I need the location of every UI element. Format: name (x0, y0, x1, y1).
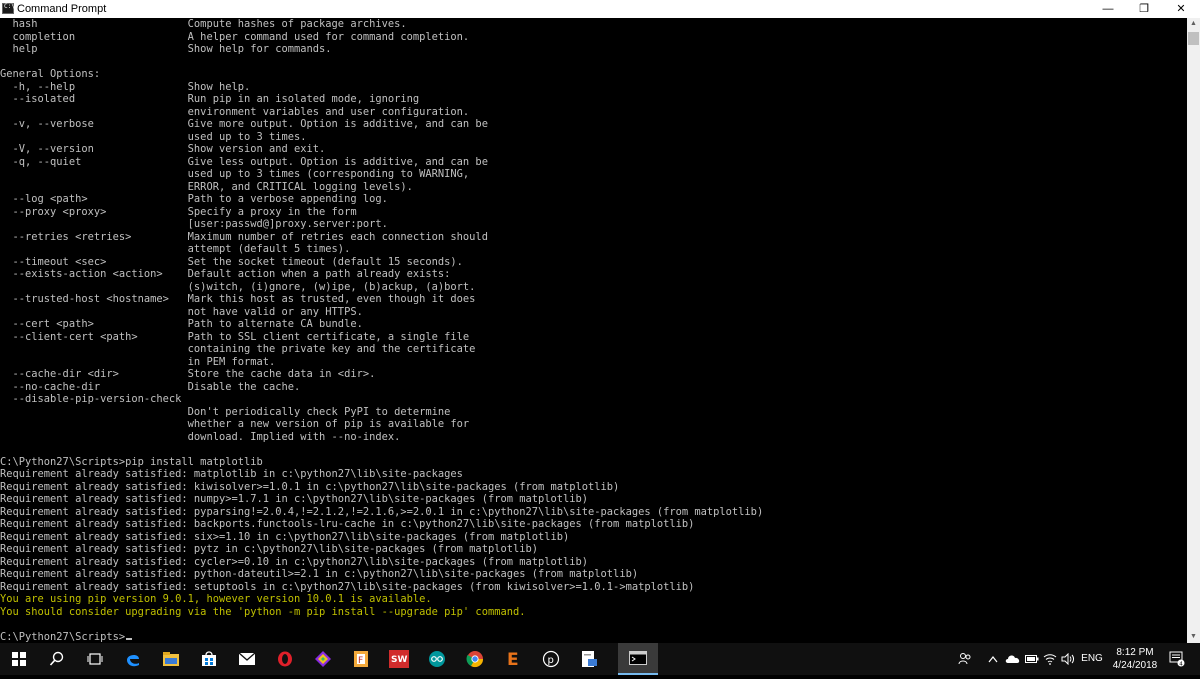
console-line: Requirement already satisfied: six>=1.10… (0, 530, 570, 543)
console-text: hash Compute hashes of package archives.… (0, 18, 1187, 643)
onedrive-icon[interactable] (1003, 643, 1023, 675)
console-line: -h, --help Show help. (0, 80, 251, 93)
edge-browser-icon[interactable] (114, 643, 152, 675)
console-line: --isolated Run pip in an isolated mode, … (0, 93, 420, 105)
console-line: Requirement already satisfied: pyparsing… (0, 505, 764, 518)
scrollbar-thumb[interactable] (1188, 32, 1199, 45)
console-line: -v, --verbose Give more output. Option i… (0, 118, 488, 130)
console-line: C:\Python27\Scripts>pip install matplotl… (0, 455, 263, 468)
close-button[interactable]: ✕ (1163, 0, 1199, 18)
svg-text:p: p (548, 655, 554, 666)
clock-time: 8:12 PM (1116, 647, 1154, 658)
console-line: --log <path> Path to a verbose appending… (0, 193, 388, 205)
text-cursor (126, 637, 133, 640)
taskbar: F SW E p ENG 8:12 PM 4/24/2018 4 (0, 643, 1200, 675)
console-line: Requirement already satisfied: pytz in c… (0, 543, 538, 555)
store-icon[interactable] (190, 643, 228, 675)
console-line: used up to 3 times. (0, 130, 307, 143)
command-prompt-icon[interactable] (2, 3, 15, 14)
console-line: --trusted-host <hostname> Mark this host… (0, 293, 476, 305)
file-explorer-icon[interactable] (152, 643, 190, 675)
task-view-icon[interactable] (76, 643, 114, 675)
console-line: whether a new version of pip is availabl… (0, 418, 470, 430)
chevron-up-icon[interactable] (985, 643, 1001, 675)
colorful-app-icon[interactable] (304, 643, 342, 675)
console-output[interactable]: hash Compute hashes of package archives.… (0, 18, 1187, 643)
notification-count: 4 (1179, 661, 1183, 667)
console-line: attempt (default 5 times). (0, 243, 351, 255)
chrome-icon[interactable] (456, 643, 494, 675)
console-line: help Show help for commands. (0, 43, 332, 55)
console-line: --cache-dir <dir> Store the cache data i… (0, 368, 376, 380)
command-prompt-window: Command Prompt — ❐ ✕ hash Compute hashes… (0, 0, 1200, 643)
console-line: [user:passwd@]proxy.server:port. (0, 218, 388, 230)
console-line: --client-cert <path> Path to SSL client … (0, 330, 470, 343)
clock[interactable]: 8:12 PM 4/24/2018 (1108, 646, 1162, 672)
console-line: --timeout <sec> Set the socket timeout (… (0, 255, 463, 268)
command-prompt-line: C:\Python27\Scripts> (0, 631, 1187, 644)
console-line: --disable-pip-version-check (0, 393, 182, 405)
clock-date: 4/24/2018 (1112, 660, 1158, 671)
console-line: --retries <retries> Maximum number of re… (0, 230, 488, 243)
command-prompt-taskbar-icon[interactable] (618, 643, 658, 675)
search-icon[interactable] (38, 643, 76, 675)
console-line: download. Implied with --no-index. (0, 430, 401, 443)
circle-p-app-icon[interactable]: p (532, 643, 570, 675)
console-line: Don't periodically check PyPI to determi… (0, 405, 451, 418)
console-line: --proxy <proxy> Specify a proxy in the f… (0, 205, 357, 218)
console-line: Requirement already satisfied: matplotli… (0, 468, 463, 480)
file-app-icon[interactable]: F (342, 643, 380, 675)
minimize-button[interactable]: — (1090, 0, 1126, 18)
svg-text:E: E (507, 650, 519, 668)
console-line: hash Compute hashes of package archives. (0, 18, 407, 30)
console-line: Requirement already satisfied: numpy>=1.… (0, 493, 589, 505)
people-icon[interactable] (955, 643, 975, 675)
console-line: containing the private key and the certi… (0, 343, 476, 355)
console-line: in PEM format. (0, 355, 276, 368)
console-line: environment variables and user configura… (0, 105, 470, 118)
title-bar[interactable]: Command Prompt — ❐ ✕ (0, 0, 1200, 18)
console-line: Requirement already satisfied: python-da… (0, 568, 639, 580)
opera-icon[interactable] (266, 643, 304, 675)
svg-text:SW: SW (391, 655, 407, 665)
svg-text:F: F (358, 656, 363, 666)
console-line: completion A helper command used for com… (0, 30, 470, 43)
console-line: -V, --version Show version and exit. (0, 143, 326, 155)
action-center-icon[interactable]: 4 (1166, 643, 1188, 675)
console-line: --cert <path> Path to alternate CA bundl… (0, 318, 363, 330)
solidworks-icon[interactable]: SW (380, 643, 418, 675)
arduino-icon[interactable] (418, 643, 456, 675)
pip-warning-line: You should consider upgrading via the 'p… (0, 605, 526, 618)
console-line: General Options: (0, 68, 101, 80)
console-line: --no-cache-dir Disable the cache. (0, 380, 301, 393)
console-line: Requirement already satisfied: cycler>=0… (0, 555, 589, 568)
console-line: used up to 3 times (corresponding to WAR… (0, 168, 470, 180)
console-line: ERROR, and CRITICAL logging levels). (0, 180, 413, 193)
window-title: Command Prompt (17, 3, 107, 15)
e-app-icon[interactable]: E (494, 643, 532, 675)
console-line: Requirement already satisfied: setuptool… (0, 580, 695, 593)
vertical-scrollbar[interactable]: ▲ ▼ (1187, 18, 1200, 643)
maximize-button[interactable]: ❐ (1126, 0, 1162, 18)
mail-icon[interactable] (228, 643, 266, 675)
console-line: -q, --quiet Give less output. Option is … (0, 155, 488, 168)
pip-warning-line: You are using pip version 9.0.1, however… (0, 593, 432, 605)
volume-icon[interactable] (1059, 643, 1077, 675)
console-line: (s)witch, (i)gnore, (w)ipe, (b)ackup, (a… (0, 280, 476, 293)
console-line: Requirement already satisfied: backports… (0, 518, 695, 530)
scroll-down-arrow-icon[interactable]: ▼ (1187, 631, 1200, 643)
language-indicator[interactable]: ENG (1079, 643, 1105, 675)
wifi-icon[interactable] (1041, 643, 1059, 675)
windows-start-icon[interactable] (0, 643, 38, 675)
console-line: --exists-action <action> Default action … (0, 268, 451, 280)
document-app-icon[interactable] (570, 643, 608, 675)
battery-icon[interactable] (1023, 643, 1041, 675)
console-line: not have valid or any HTTPS. (0, 305, 363, 318)
scroll-up-arrow-icon[interactable]: ▲ (1187, 18, 1200, 30)
console-line: Requirement already satisfied: kiwisolve… (0, 480, 620, 493)
